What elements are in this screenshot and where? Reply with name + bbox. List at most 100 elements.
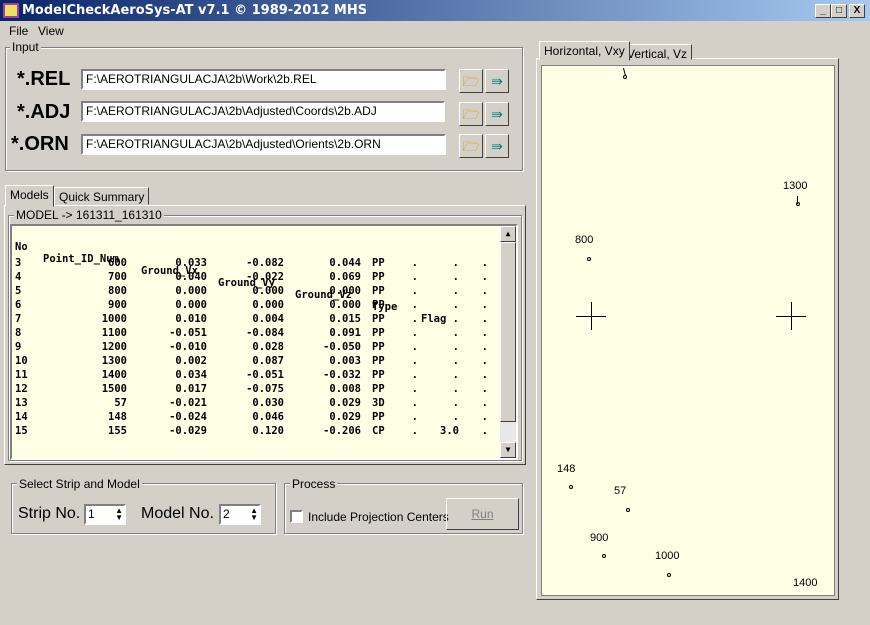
table-cell: . [452,341,459,353]
table-cell: 800 [108,285,127,297]
strip-value[interactable]: 1 [88,507,95,521]
table-cell: 0.030 [252,397,284,409]
table-cell: 0.120 [252,425,284,437]
table-scrollbar[interactable]: ▲ ▼ [500,226,516,458]
table-cell: . [452,397,459,409]
table-cell: 1300 [101,355,127,367]
model-value[interactable]: 2 [223,507,230,521]
strip-label: Strip No. [18,505,81,522]
table-cell: 9 [15,341,22,353]
table-cell: . [452,383,459,395]
table-cell: PP [372,257,385,269]
close-button[interactable]: X [849,4,865,18]
table-cell: 0.040 [175,271,207,283]
scroll-down-icon[interactable]: ▼ [500,442,516,458]
scroll-thumb[interactable] [500,242,516,422]
table-cell: . [481,425,488,437]
table-cell: . [452,411,459,423]
crosshair-v [591,302,592,330]
rel-path-field[interactable]: F:\AEROTRIANGULACJA\2b\Work\2b.REL [81,69,446,90]
menu-file[interactable]: File [9,24,28,38]
table-cell: 0.000 [329,285,361,297]
adj-open-folder-icon[interactable]: 🗁 [459,102,483,126]
table-cell: 15 [15,425,28,437]
table-cell: -0.084 [246,327,284,339]
table-cell: . [452,369,459,381]
table-cell: 0.069 [329,271,361,283]
table-cell: . [481,369,488,381]
residuals-table[interactable]: No Point_ID_Num Ground_Vx Ground_Vy Grou… [10,224,518,460]
minimize-button[interactable]: _ [815,4,831,18]
table-cell: PP [372,271,385,283]
process-group-label: Process [290,477,338,491]
table-cell: PP [372,327,385,339]
table-cell: . [481,271,488,283]
table-cell: 3.0 [440,425,459,437]
table-cell: . [481,285,488,297]
table-cell: -0.206 [323,425,361,437]
spinner-arrows-icon[interactable]: ▲ ▼ [250,507,258,522]
table-cell: . [411,327,418,339]
table-cell: PP [372,369,385,381]
strip-spinner[interactable]: 1 ▲ ▼ [84,504,126,525]
include-pc-checkbox[interactable] [290,510,303,523]
adj-load-icon[interactable]: ⇛ [485,102,509,126]
point-label-1400: 1400 [793,577,818,589]
orn-path-field[interactable]: F:\AEROTRIANGULACJA\2b\Adjusted\Orients\… [81,134,446,155]
table-cell: 4 [15,271,22,283]
tab-vertical[interactable]: Vertical, Vz [622,44,693,61]
spinner-arrows-icon[interactable]: ▲ ▼ [115,507,123,522]
tab-horizontal[interactable]: Horizontal, Vxy [539,41,630,61]
table-cell: CP [372,425,385,437]
tab-quick-summary[interactable]: Quick Summary [54,187,150,205]
orn-open-folder-icon[interactable]: 🗁 [459,134,483,158]
maximize-button[interactable]: □ [831,4,847,18]
table-cell: . [411,313,418,325]
adj-path-field[interactable]: F:\AEROTRIANGULACJA\2b\Adjusted\Coords\2… [81,101,445,122]
table-cell: -0.021 [169,397,207,409]
rel-load-icon[interactable]: ⇛ [485,69,509,93]
table-cell: 5 [15,285,22,297]
table-cell: 700 [108,271,127,283]
table-cell: 0.008 [329,383,361,395]
table-cell: -0.024 [169,411,207,423]
table-cell: . [452,327,459,339]
point-label-1300: 1300 [783,180,808,192]
table-cell: -0.050 [323,341,361,353]
run-button[interactable]: Run [446,498,519,530]
point-label-900: 900 [590,532,609,544]
table-cell: . [452,299,459,311]
table-cell: . [411,285,418,297]
menu-view[interactable]: View [38,24,64,38]
table-cell: 8 [15,327,22,339]
scroll-up-icon[interactable]: ▲ [500,226,516,242]
table-cell: PP [372,299,385,311]
select-group-label: Select Strip and Model [17,477,142,491]
model-spinner[interactable]: 2 ▲ ▼ [219,504,261,525]
table-cell: . [411,341,418,353]
table-cell: . [411,271,418,283]
point-label-148: 148 [557,463,576,475]
table-cell: 0.000 [175,299,207,311]
include-pc-label[interactable]: Include Projection Centers [308,510,449,524]
model-no-label: Model No. [141,505,214,522]
table-cell: 7 [15,313,22,325]
point-marker [796,202,800,206]
orn-load-icon[interactable]: ⇛ [485,134,509,158]
table-cell: -0.051 [246,369,284,381]
point-marker [602,554,606,558]
table-cell: 1200 [101,341,127,353]
table-cell: 148 [108,411,127,423]
table-cell: -0.010 [169,341,207,353]
tab-models[interactable]: Models [5,185,54,207]
rel-open-folder-icon[interactable]: 🗁 [459,69,483,93]
table-cell: PP [372,355,385,367]
table-cell: PP [372,411,385,423]
table-cell: 1500 [101,383,127,395]
point-label-800: 800 [575,234,594,246]
table-cell: . [481,327,488,339]
table-cell: PP [372,285,385,297]
table-cell: 0.000 [252,299,284,311]
table-cell: 0.033 [175,257,207,269]
table-cell: . [411,411,418,423]
